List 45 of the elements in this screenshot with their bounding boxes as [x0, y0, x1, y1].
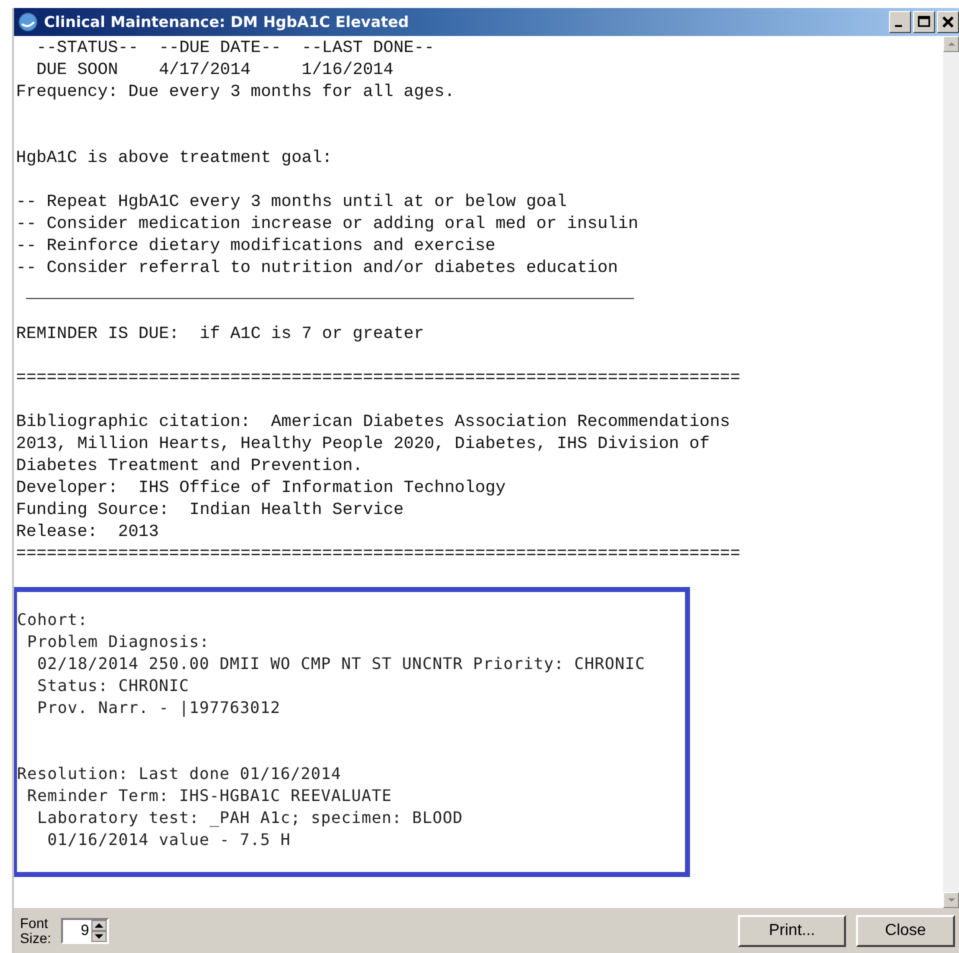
font-size-spinner[interactable]: 9	[61, 918, 110, 944]
report-line: Problem Diagnosis:	[26, 631, 210, 653]
up-arrow-icon	[946, 41, 956, 47]
font-size-label: Font Size:	[20, 916, 52, 946]
report-line: -- Repeat HgbA1C every 3 months until at or below goal	[16, 192, 567, 214]
maximize-icon	[917, 15, 931, 29]
minimize-icon	[894, 24, 902, 28]
report-line: Funding Source: Indian Health Service	[16, 500, 404, 522]
report-line: 02/18/2014 250.00 DMII WO CMP NT ST UNCNTR Priority: CHRONIC	[36, 653, 646, 675]
report-line: HgbA1C is above treatment goal:	[16, 148, 332, 170]
report-line: Prov. Narr. - |197763012	[36, 697, 280, 719]
report-line: Status: CHRONIC	[36, 675, 190, 697]
vertical-scrollbar[interactable]	[943, 36, 959, 908]
scroll-up-button[interactable]	[943, 36, 959, 52]
report-line: Diabetes Treatment and Prevention.	[16, 456, 363, 478]
down-arrow-icon	[946, 897, 956, 903]
report-line: 2013, Million Hearts, Healthy People 2020, Diabetes, IHS Division of	[16, 434, 710, 456]
report-line: Developer: IHS Office of Information Technology	[16, 478, 506, 500]
scroll-down-button[interactable]	[943, 892, 959, 908]
dialog-button[interactable]: Close	[856, 914, 955, 946]
report-line: =======================================================================	[16, 368, 740, 390]
dialog-button[interactable]: Print...	[738, 914, 846, 946]
report-line: Bibliographic citation: American Diabetes Association Recommendations	[16, 412, 730, 434]
spin-down-icon[interactable]	[91, 930, 108, 942]
close-button[interactable]	[937, 11, 959, 33]
report-line: Reminder Term: IHS-HGBA1C REEVALUATE	[26, 785, 392, 807]
report-line: 01/16/2014 value - 7.5 H	[46, 829, 291, 851]
window-title: Clinical Maintenance: DM HgbA1C Elevated	[44, 13, 409, 31]
report-line: --STATUS-- --DUE DATE-- --LAST DONE--	[35, 38, 434, 60]
maximize-button[interactable]	[913, 11, 935, 33]
spin-up-icon[interactable]	[91, 920, 108, 930]
report-line: Release: 2013	[16, 522, 159, 544]
report-line: =======================================================================	[16, 544, 740, 566]
report-line: Cohort:	[17, 609, 88, 631]
report-line: Laboratory test: _PAH A1c; specimen: BLOOD	[36, 807, 463, 829]
report-line: Resolution: Last done 01/16/2014	[17, 763, 342, 785]
report-line: -- Reinforce dietary modifications and exercise	[16, 236, 496, 258]
minimize-button[interactable]	[889, 11, 911, 33]
report-line: REMINDER IS DUE: if A1C is 7 or greater	[16, 324, 424, 346]
report-line: -- Consider medication increase or adding oral med or insulin	[16, 214, 638, 236]
report-line: -- Consider referral to nutrition and/or diabetes education	[16, 258, 618, 280]
globe-icon	[18, 12, 38, 32]
report-line: DUE SOON 4/17/2014 1/16/2014	[35, 60, 394, 82]
report-line: Frequency: Due every 3 months for all ages.	[16, 82, 455, 104]
close-icon	[941, 15, 955, 29]
